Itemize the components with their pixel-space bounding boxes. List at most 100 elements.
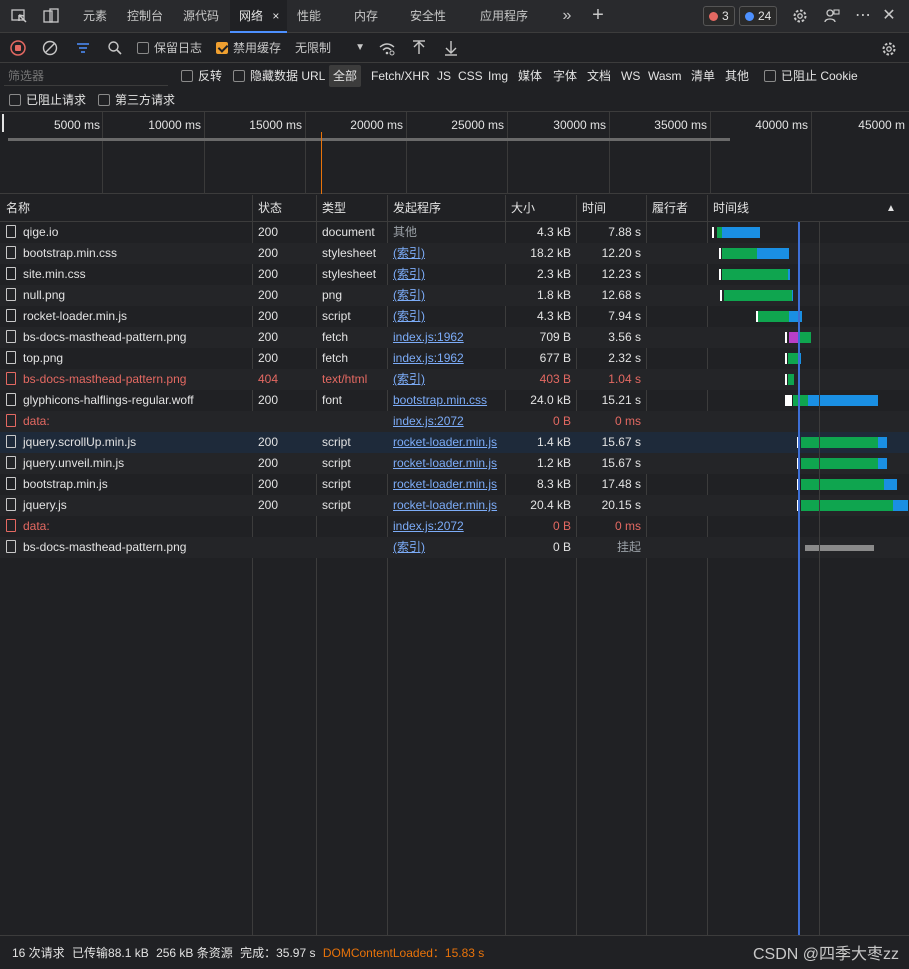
disable-cache-checkbox[interactable]: 禁用缓存 — [216, 33, 281, 63]
search-icon[interactable] — [107, 40, 123, 56]
sort-ascending-icon[interactable]: ▲ — [886, 203, 896, 214]
request-name-cell[interactable]: glyphicons-halflings-regular.woff — [0, 390, 252, 411]
issues-count-badge[interactable]: 24 — [739, 6, 778, 26]
request-name-cell[interactable]: site.min.css — [0, 264, 252, 285]
initiator-link[interactable]: (索引) — [387, 285, 505, 306]
network-conditions-icon[interactable] — [378, 40, 396, 56]
filter-type-wasm[interactable]: Wasm — [646, 65, 684, 87]
table-row[interactable]: null.png 200 png (索引) 1.8 kB 12.68 s — [0, 285, 909, 306]
column-header-size[interactable]: 大小 — [505, 195, 535, 222]
tab-console[interactable]: 控制台 — [127, 0, 163, 33]
request-name-cell[interactable]: bs-docs-masthead-pattern.png — [0, 537, 252, 558]
filter-type-all[interactable]: 全部 — [329, 65, 362, 87]
network-settings-gear-icon[interactable] — [880, 40, 898, 56]
table-row[interactable]: jquery.unveil.min.js 200 script rocket-load… — [0, 453, 909, 474]
export-har-icon[interactable] — [443, 40, 459, 56]
more-tabs-icon[interactable]: » — [558, 7, 576, 25]
request-name-cell[interactable]: bs-docs-masthead-pattern.png — [0, 327, 252, 348]
column-header-initiator[interactable]: 发起程序 — [387, 195, 441, 222]
table-row[interactable]: jquery.scrollUp.min.js 200 script rocket-lo… — [0, 432, 909, 453]
tab-security[interactable]: 安全性 — [410, 0, 446, 33]
table-row[interactable]: data: index.js:2072 0 B 0 ms — [0, 516, 909, 537]
tab-application[interactable]: 应用程序 — [480, 0, 528, 33]
blocked-cookies-checkbox[interactable]: 已阻止 Cookie — [764, 65, 858, 87]
initiator-link[interactable]: (索引) — [387, 243, 505, 264]
device-toolbar-icon[interactable] — [42, 7, 60, 25]
table-row[interactable]: data: index.js:2072 0 B 0 ms — [0, 411, 909, 432]
close-devtools-icon[interactable]: ✕ — [880, 7, 898, 25]
third-party-checkbox[interactable]: 第三方请求 — [98, 89, 175, 111]
request-name-cell[interactable]: jquery.unveil.min.js — [0, 453, 252, 474]
column-header-time[interactable]: 时间 — [576, 195, 606, 222]
table-row[interactable]: glyphicons-halflings-regular.woff 200 font… — [0, 390, 909, 411]
add-tab-icon[interactable]: + — [589, 5, 607, 25]
blocked-requests-checkbox[interactable]: 已阻止请求 — [9, 89, 86, 111]
request-name-cell[interactable]: bs-docs-masthead-pattern.png — [0, 369, 252, 390]
throttling-select[interactable]: 无限制 ▼ — [295, 33, 367, 63]
request-name-cell[interactable]: bootstrap.min.js — [0, 474, 252, 495]
request-name-cell[interactable]: rocket-loader.min.js — [0, 306, 252, 327]
request-name-cell[interactable]: jquery.scrollUp.min.js — [0, 432, 252, 453]
table-row[interactable]: qige.io 200 document 其他 4.3 kB 7.88 s — [0, 222, 909, 243]
table-row[interactable]: bootstrap.min.js 200 script rocket-loader.m… — [0, 474, 909, 495]
initiator-link[interactable]: rocket-loader.min.js — [387, 474, 505, 495]
overview-timeline[interactable]: 5000 ms 10000 ms 15000 ms 20000 ms 25000… — [0, 112, 909, 194]
initiator-link[interactable]: (索引) — [387, 264, 505, 285]
filter-type-other[interactable]: 其他 — [723, 65, 751, 87]
tab-elements[interactable]: 元素 — [83, 0, 107, 33]
import-har-icon[interactable] — [411, 40, 427, 56]
filter-input[interactable] — [4, 66, 168, 86]
filter-type-css[interactable]: CSS — [456, 65, 485, 87]
filter-type-fetch-xhr[interactable]: Fetch/XHR — [369, 65, 432, 87]
request-name-cell[interactable]: top.png — [0, 348, 252, 369]
table-row[interactable]: jquery.js 200 script rocket-loader.min.js 20… — [0, 495, 909, 516]
initiator-link[interactable]: index.js:1962 — [387, 327, 505, 348]
table-row[interactable]: rocket-loader.min.js 200 script (索引) 4.3 kB 7… — [0, 306, 909, 327]
close-tab-icon[interactable]: × — [272, 9, 279, 23]
table-row[interactable]: bootstrap.min.css 200 stylesheet (索引) 18.2 k… — [0, 243, 909, 264]
tab-network[interactable]: 网络 × — [230, 0, 287, 33]
filter-type-ws[interactable]: WS — [619, 65, 642, 87]
error-count-badge[interactable]: 3 — [703, 6, 735, 26]
request-name-cell[interactable]: bootstrap.min.css — [0, 243, 252, 264]
column-header-name[interactable]: 名称 — [0, 195, 30, 222]
table-row[interactable]: site.min.css 200 stylesheet (索引) 2.3 kB 12.23… — [0, 264, 909, 285]
request-name-cell[interactable]: qige.io — [0, 222, 252, 243]
initiator-link[interactable]: (索引) — [387, 306, 505, 327]
table-row[interactable]: bs-docs-masthead-pattern.png (索引) 0 B 挂起 — [0, 537, 909, 558]
initiator-link[interactable]: index.js:1962 — [387, 348, 505, 369]
column-header-type[interactable]: 类型 — [316, 195, 346, 222]
column-header-fulfilled-by[interactable]: 履行者 — [646, 195, 688, 222]
hide-data-url-checkbox[interactable]: 隐藏数据 URL — [233, 65, 325, 87]
column-header-status[interactable]: 状态 — [252, 195, 282, 222]
settings-gear-icon[interactable] — [791, 7, 809, 25]
initiator-link[interactable]: (索引) — [387, 369, 505, 390]
initiator-link[interactable]: rocket-loader.min.js — [387, 495, 505, 516]
tab-memory[interactable]: 内存 — [354, 0, 378, 33]
filter-type-manifest[interactable]: 清单 — [689, 65, 717, 87]
overview-left-handle[interactable] — [2, 114, 4, 132]
clear-icon[interactable] — [42, 40, 58, 56]
filter-type-doc[interactable]: 文档 — [585, 65, 613, 87]
initiator-link[interactable]: (索引) — [387, 537, 505, 558]
customize-feedback-icon[interactable] — [823, 7, 841, 25]
initiator-link[interactable]: rocket-loader.min.js — [387, 432, 505, 453]
inspect-element-icon[interactable] — [10, 7, 28, 25]
filter-type-img[interactable]: Img — [486, 65, 510, 87]
column-header-waterfall[interactable]: 时间线 — [707, 195, 749, 222]
request-name-cell[interactable]: data: — [0, 411, 252, 432]
initiator-link[interactable]: index.js:2072 — [387, 516, 505, 537]
filter-type-js[interactable]: JS — [435, 65, 453, 87]
request-name-cell[interactable]: data: — [0, 516, 252, 537]
initiator-link[interactable]: bootstrap.min.css — [387, 390, 505, 411]
filter-type-media[interactable]: 媒体 — [516, 65, 544, 87]
more-options-icon[interactable]: ⋯ — [854, 7, 872, 25]
table-row[interactable]: bs-docs-masthead-pattern.png 404 text/html… — [0, 369, 909, 390]
initiator-link[interactable]: rocket-loader.min.js — [387, 453, 505, 474]
table-row[interactable]: top.png 200 fetch index.js:1962 677 B 2.32 s — [0, 348, 909, 369]
preserve-log-checkbox[interactable]: 保留日志 — [137, 33, 202, 63]
record-stop-icon[interactable] — [10, 40, 26, 56]
tab-performance[interactable]: 性能 — [297, 0, 321, 33]
request-name-cell[interactable]: jquery.js — [0, 495, 252, 516]
table-row[interactable]: bs-docs-masthead-pattern.png 200 fetch inde… — [0, 327, 909, 348]
